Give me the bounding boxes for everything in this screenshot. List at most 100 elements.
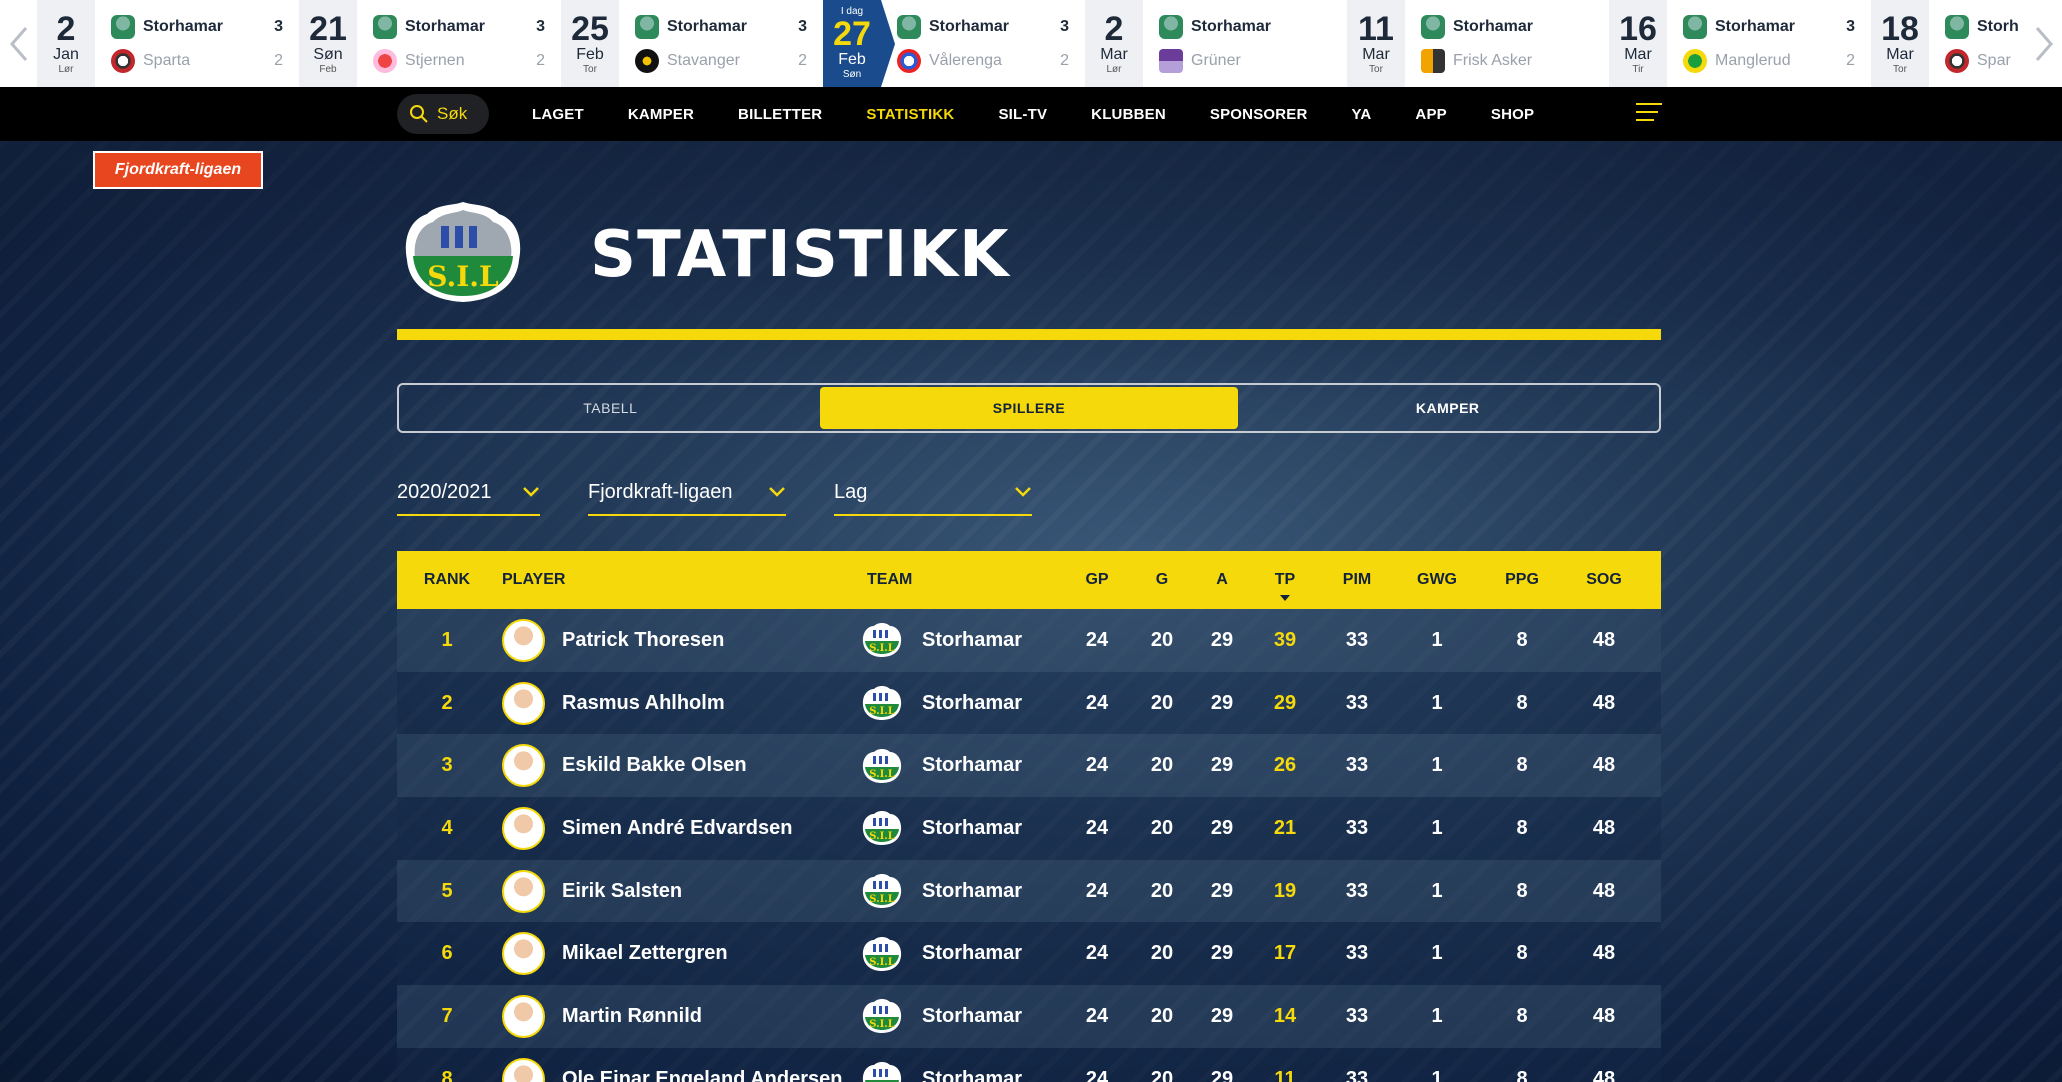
previous-arrow-icon[interactable] — [0, 0, 37, 87]
table-row[interactable]: 2 Rasmus Ahlholm S.I.L Storhamar 24 20 2… — [397, 671, 1661, 735]
team-name[interactable]: Storhamar — [922, 1068, 1022, 1082]
table-row[interactable]: 7 Martin Rønnild S.I.L Storhamar 24 20 2… — [397, 985, 1661, 1048]
player-name[interactable]: Eskild Bakke Olsen — [562, 754, 747, 777]
nav-link-ya[interactable]: YA — [1352, 106, 1372, 123]
stat-g: 20 — [1150, 628, 1174, 651]
header-tp[interactable]: TP — [1260, 571, 1310, 589]
match-card[interactable]: 21 Søn Feb Storhamar 3 Stjernen 2 — [299, 0, 561, 87]
tab-kamper[interactable]: KAMPER — [1238, 387, 1657, 429]
team-logo: S.I.L — [862, 623, 902, 658]
header-sog[interactable]: SOG — [1574, 571, 1634, 589]
player-avatar — [502, 618, 545, 662]
stat-ppg: 8 — [1516, 1067, 1528, 1082]
team-name[interactable]: Storhamar — [922, 1005, 1022, 1028]
player-rank: 3 — [441, 754, 453, 777]
nav-link-billetter[interactable]: BILLETTER — [738, 106, 822, 123]
nav-link-klubben[interactable]: KLUBBEN — [1091, 106, 1166, 123]
away-team-row: Frisk Asker — [1421, 48, 1593, 73]
nav-link-laget[interactable]: LAGET — [532, 106, 584, 123]
svg-text:S.I.L: S.I.L — [869, 643, 895, 654]
header-pim[interactable]: PIM — [1327, 571, 1387, 589]
team-name[interactable]: Storhamar — [922, 692, 1022, 715]
away-team-row: Stjernen 2 — [373, 48, 545, 73]
stat-tp: 21 — [1273, 816, 1297, 839]
match-teams: Storhamar 3 Stjernen 2 — [357, 0, 561, 87]
header-ppg[interactable]: PPG — [1492, 571, 1552, 589]
menu-icon[interactable] — [1636, 103, 1662, 125]
table-row[interactable]: 6 Mikael Zettergren S.I.L Storhamar 24 2… — [397, 922, 1661, 986]
team-name[interactable]: Storhamar — [922, 880, 1022, 903]
stat-a: 29 — [1210, 1067, 1234, 1082]
away-team-score: 2 — [536, 51, 545, 69]
header-gwg[interactable]: GWG — [1407, 571, 1467, 589]
main-nav: Søk LAGET KAMPER BILLETTER STATISTIKK SIL-TV… — [0, 87, 2062, 141]
team-name[interactable]: Storhamar — [922, 629, 1022, 652]
match-card[interactable]: I dag 27 Feb Søn Storhamar 3 Vålerenga 2 — [823, 0, 1085, 87]
stat-pim: 33 — [1345, 691, 1369, 714]
team-name[interactable]: Storhamar — [922, 817, 1022, 840]
header-team[interactable]: TEAM — [867, 571, 912, 589]
player-name[interactable]: Martin Rønnild — [562, 1005, 702, 1028]
match-card[interactable]: 16 Mar Tir Storhamar 3 Manglerud 2 — [1609, 0, 1871, 87]
player-avatar — [502, 932, 545, 976]
match-card[interactable]: 2 Jan Lør Storhamar 3 Sparta 2 — [37, 0, 299, 87]
table-row[interactable]: 5 Eirik Salsten S.I.L Storhamar 24 20 29… — [397, 859, 1661, 923]
match-card[interactable]: 25 Feb Tor Storhamar 3 Stavanger 2 — [561, 0, 823, 87]
player-name[interactable]: Mikael Zettergren — [562, 942, 728, 965]
league-logo[interactable]: Fjordkraft-ligaen — [93, 151, 263, 189]
nav-link-sil-tv[interactable]: SIL-TV — [998, 106, 1047, 123]
away-team-logo — [1683, 48, 1707, 73]
player-name[interactable]: Eirik Salsten — [562, 880, 682, 903]
header-g[interactable]: G — [1137, 571, 1187, 589]
nav-link-app[interactable]: APP — [1415, 106, 1446, 123]
match-card[interactable]: 11 Mar Tor Storhamar Frisk Asker — [1347, 0, 1609, 87]
header-gp[interactable]: GP — [1072, 571, 1122, 589]
match-teams: Storhamar 3 Sparta 2 — [95, 0, 299, 87]
away-team-logo — [897, 48, 921, 73]
nav-link-sponsorer[interactable]: SPONSORER — [1210, 106, 1308, 123]
table-row[interactable]: 8 Ole Einar Engeland Andersen S.I.L Stor… — [397, 1047, 1661, 1082]
stat-a: 29 — [1210, 754, 1234, 777]
match-teams: Storhamar 3 Stavanger 2 — [619, 0, 823, 87]
player-name[interactable]: Patrick Thoresen — [562, 629, 724, 652]
nav-link-shop[interactable]: SHOP — [1491, 106, 1534, 123]
stat-gwg: 1 — [1431, 691, 1443, 714]
player-rank: 1 — [441, 628, 453, 651]
table-row[interactable]: 1 Patrick Thoresen S.I.L Storhamar 24 20… — [397, 609, 1661, 672]
stat-a: 29 — [1210, 879, 1234, 902]
match-weekday: Feb — [319, 63, 337, 75]
nav-link-statistikk[interactable]: STATISTIKK — [866, 106, 954, 123]
header-player[interactable]: PLAYER — [502, 571, 565, 589]
away-team-name: Manglerud — [1715, 51, 1791, 69]
next-arrow-icon[interactable] — [2025, 0, 2062, 87]
team-name[interactable]: Storhamar — [922, 942, 1022, 965]
team-name[interactable]: Storhamar — [922, 754, 1022, 777]
search-button[interactable]: Søk — [397, 94, 489, 134]
stat-a: 29 — [1210, 1004, 1234, 1027]
home-team-logo — [1421, 14, 1445, 39]
stat-gwg: 1 — [1431, 1067, 1443, 1082]
player-name[interactable]: Rasmus Ahlholm — [562, 692, 725, 715]
stat-a: 29 — [1210, 628, 1234, 651]
league-select[interactable]: Fjordkraft-ligaen — [588, 470, 786, 516]
table-header: RANK PLAYER TEAM GP G A TP PIM GWG PPG S… — [397, 551, 1661, 609]
chevron-down-icon — [523, 487, 539, 497]
header-rank[interactable]: RANK — [397, 571, 497, 589]
match-month: Mar — [1100, 45, 1128, 63]
match-date: I dag 27 Feb Søn — [823, 0, 895, 87]
table-row[interactable]: 3 Eskild Bakke Olsen S.I.L Storhamar 24 … — [397, 734, 1661, 798]
match-card[interactable]: 2 Mar Lør Storhamar Grüner — [1085, 0, 1347, 87]
home-team-row: Storhamar — [1421, 14, 1593, 39]
league-value: Fjordkraft-ligaen — [588, 480, 733, 503]
player-name[interactable]: Simen André Edvardsen — [562, 817, 792, 840]
player-name[interactable]: Ole Einar Engeland Andersen — [562, 1068, 842, 1082]
nav-link-kamper[interactable]: KAMPER — [628, 106, 694, 123]
tab-spillere[interactable]: SPILLERE — [819, 387, 1239, 429]
table-row[interactable]: 4 Simen André Edvardsen S.I.L Storhamar … — [397, 797, 1661, 860]
team-select[interactable]: Lag — [834, 470, 1032, 516]
season-select[interactable]: 2020/2021 — [397, 470, 540, 516]
header-a[interactable]: A — [1197, 571, 1247, 589]
tab-tabell[interactable]: TABELL — [401, 387, 820, 429]
match-date: 2 Mar Lør — [1085, 0, 1143, 87]
stat-ppg: 8 — [1516, 1004, 1528, 1027]
